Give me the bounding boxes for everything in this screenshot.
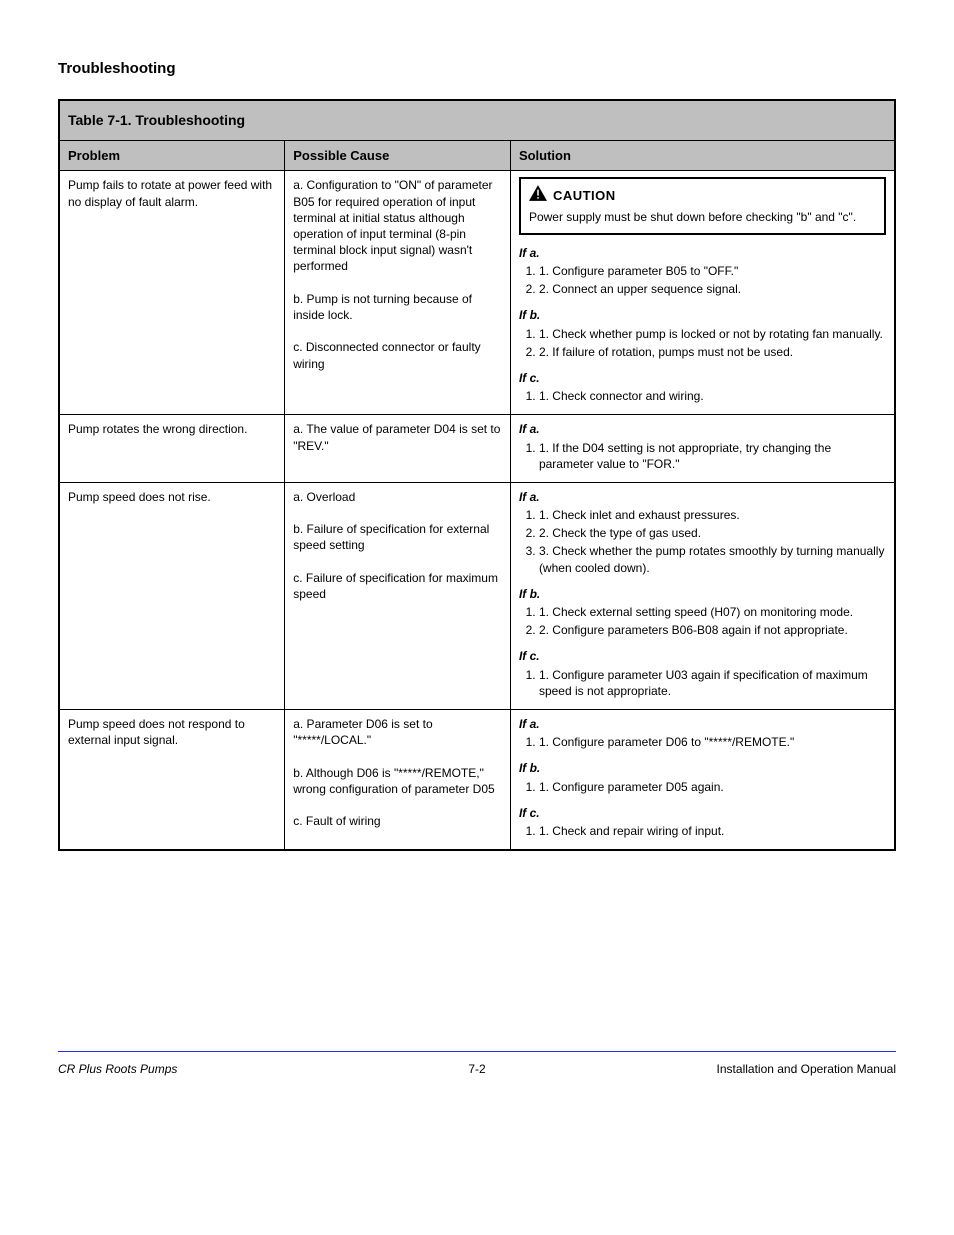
solution-label: If a. — [519, 245, 886, 261]
table-row: Pump fails to rotate at power feed with … — [59, 171, 895, 415]
solution-step: 1. Check connector and wiring. — [539, 388, 886, 404]
solution-label: If b. — [519, 307, 886, 323]
cause-item: a. Overload — [293, 489, 502, 505]
caution-text: Power supply must be shut down before ch… — [529, 209, 876, 225]
solution-step: 2. Check the type of gas used. — [539, 525, 886, 541]
cause-item: b. Failure of specification for external… — [293, 521, 502, 553]
table-title: Table 7-1. Troubleshooting — [59, 100, 895, 140]
solution-step: 3. Check whether the pump rotates smooth… — [539, 543, 886, 575]
page-footer: CR Plus Roots Pumps 7-2 Installation and… — [58, 1062, 896, 1096]
problem-cell: Pump speed does not respond to external … — [59, 709, 285, 850]
table-row: Pump speed does not rise. a. Overload b.… — [59, 482, 895, 709]
solution-label: If a. — [519, 716, 886, 732]
solution-step: 1. If the D04 setting is not appropriate… — [539, 440, 886, 472]
solution-step: 1. Configure parameter U03 again if spec… — [539, 667, 886, 699]
solution-step: 2. Configure parameters B06-B08 again if… — [539, 622, 886, 638]
solution-label: If c. — [519, 648, 886, 664]
page-heading: Troubleshooting — [58, 60, 896, 77]
table-header-row: Problem Possible Cause Solution — [59, 140, 895, 171]
cause-cell: a. The value of parameter D04 is set to … — [285, 415, 511, 483]
cause-item: b. Although D06 is "*****/REMOTE," wrong… — [293, 765, 502, 797]
footer-left: CR Plus Roots Pumps — [58, 1062, 447, 1076]
cause-cell: a. Configuration to "ON" of parameter B0… — [285, 171, 511, 415]
solution-label: If b. — [519, 586, 886, 602]
header-cause: Possible Cause — [285, 140, 511, 171]
caution-label: CAUTION — [553, 187, 616, 205]
cause-item: c. Fault of wiring — [293, 813, 502, 829]
solution-step: 2. Connect an upper sequence signal. — [539, 281, 886, 297]
footer-rule — [58, 1051, 896, 1052]
solution-cell: If a. 1. Check inlet and exhaust pressur… — [510, 482, 895, 709]
header-solution: Solution — [510, 140, 895, 171]
cause-item: c. Failure of specification for maximum … — [293, 570, 502, 602]
header-problem: Problem — [59, 140, 285, 171]
solution-cell: If a. 1. Configure parameter D06 to "***… — [510, 709, 895, 850]
solution-step: 1. Check external setting speed (H07) on… — [539, 604, 886, 620]
solution-step: 1. Check and repair wiring of input. — [539, 823, 886, 839]
solution-step: 1. Configure parameter D06 to "*****/REM… — [539, 734, 886, 750]
warning-icon — [529, 185, 547, 205]
table-title-row: Table 7-1. Troubleshooting — [59, 100, 895, 140]
solution-step: 1. Configure parameter B05 to "OFF." — [539, 263, 886, 279]
cause-cell: a. Overload b. Failure of specification … — [285, 482, 511, 709]
solution-cell: If a. 1. If the D04 setting is not appro… — [510, 415, 895, 483]
table-row: Pump speed does not respond to external … — [59, 709, 895, 850]
solution-label: If c. — [519, 805, 886, 821]
solution-label: If a. — [519, 489, 886, 505]
solution-step: 1. Check whether pump is locked or not b… — [539, 326, 886, 342]
problem-cell: Pump speed does not rise. — [59, 482, 285, 709]
solution-label: If a. — [519, 421, 886, 437]
problem-cell: Pump rotates the wrong direction. — [59, 415, 285, 483]
footer-page-number: 7-2 — [447, 1062, 507, 1076]
solution-step: 2. If failure of rotation, pumps must no… — [539, 344, 886, 360]
troubleshooting-table: Table 7-1. Troubleshooting Problem Possi… — [58, 99, 896, 851]
solution-step: 1. Check inlet and exhaust pressures. — [539, 507, 886, 523]
footer-right: Installation and Operation Manual — [507, 1062, 896, 1076]
solution-label: If c. — [519, 370, 886, 386]
cause-item: a. Parameter D06 is set to "*****/LOCAL.… — [293, 716, 502, 748]
cause-cell: a. Parameter D06 is set to "*****/LOCAL.… — [285, 709, 511, 850]
solution-step: 1. Configure parameter D05 again. — [539, 779, 886, 795]
solution-label: If b. — [519, 760, 886, 776]
problem-cell: Pump fails to rotate at power feed with … — [59, 171, 285, 415]
cause-item: a. Configuration to "ON" of parameter B0… — [293, 177, 502, 274]
cause-item: a. The value of parameter D04 is set to … — [293, 421, 502, 453]
cause-item: b. Pump is not turning because of inside… — [293, 291, 502, 323]
table-row: Pump rotates the wrong direction. a. The… — [59, 415, 895, 483]
solution-cell: CAUTION Power supply must be shut down b… — [510, 171, 895, 415]
cause-item: c. Disconnected connector or faulty wiri… — [293, 339, 502, 371]
caution-box: CAUTION Power supply must be shut down b… — [519, 177, 886, 234]
